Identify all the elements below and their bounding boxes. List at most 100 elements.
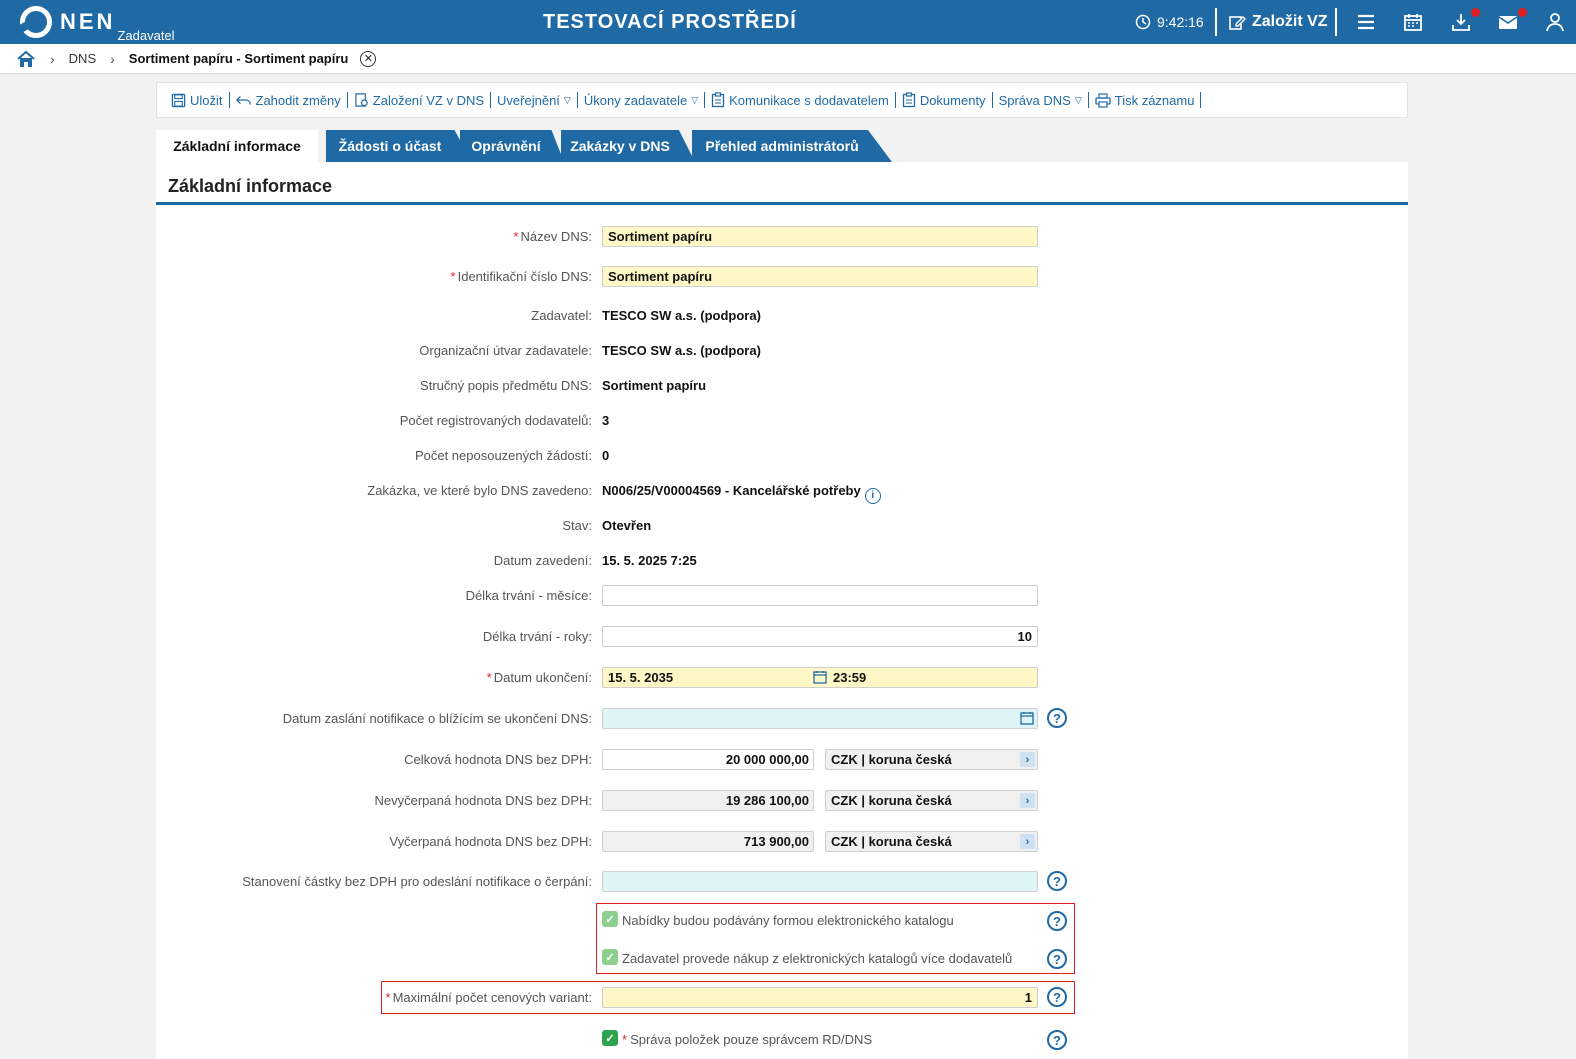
items-admin-only-label: * Správa položek pouze správcem RD/DNS bbox=[622, 1032, 873, 1047]
chevron-right-icon[interactable]: › bbox=[1020, 834, 1035, 849]
notification-date-label: Datum zaslání notifikace o blížícím se u… bbox=[282, 711, 592, 726]
help-icon[interactable]: ? bbox=[1047, 949, 1067, 969]
field-dns-name: * Název DNS: Sortiment papíru bbox=[156, 226, 1408, 248]
unused-currency-select[interactable]: CZK | koruna česká › bbox=[825, 790, 1038, 811]
duration-years-input[interactable]: 10 bbox=[602, 626, 1038, 647]
section-divider bbox=[156, 202, 1408, 205]
help-icon[interactable]: ? bbox=[1047, 1030, 1067, 1050]
used-currency-select[interactable]: CZK | koruna česká › bbox=[825, 831, 1038, 852]
header-divider bbox=[1335, 8, 1337, 36]
tab-contracts-in-dns[interactable]: Zakázky v DNS bbox=[561, 130, 695, 162]
help-icon[interactable]: ? bbox=[1047, 708, 1067, 728]
max-price-variants-label: * Maximální počet cenových variant: bbox=[385, 990, 593, 1005]
environment-title: TESTOVACÍ PROSTŘEDÍ bbox=[543, 11, 797, 33]
calendar-icon[interactable] bbox=[1020, 711, 1034, 725]
logo-role: Zadavatel bbox=[117, 28, 175, 43]
description-label: Stručný popis předmětu DNS: bbox=[420, 378, 592, 393]
header-divider bbox=[1215, 8, 1217, 36]
tab-basic-info[interactable]: Základní informace bbox=[156, 130, 318, 162]
edit-icon bbox=[1229, 16, 1246, 30]
registered-suppliers-label: Počet registrovaných dodavatelů: bbox=[399, 413, 592, 428]
org-unit-value: TESCO SW a.s. (podpora) bbox=[602, 343, 761, 358]
multi-supplier-catalog-label: Zadavatel provede nákup z elektronických… bbox=[622, 951, 1013, 966]
documents-button[interactable]: Dokumenty bbox=[896, 92, 992, 108]
unused-value-input: 19 286 100,00 bbox=[602, 790, 814, 811]
field-max-price-variants: * Maximální počet cenových variant: 1 ? bbox=[156, 987, 1408, 1009]
dns-id-input[interactable]: Sortiment papíru bbox=[602, 266, 1038, 287]
field-state: Stav: Otevřen bbox=[156, 515, 1408, 537]
save-label: Uložit bbox=[190, 92, 223, 108]
unused-value-label: Nevyčerpaná hodnota DNS bez DPH: bbox=[374, 793, 592, 808]
notification-threshold-input[interactable] bbox=[602, 871, 1038, 892]
duration-months-label: Délka trvání - měsíce: bbox=[465, 588, 592, 603]
dropdown-triangle-icon: ▽ bbox=[563, 94, 571, 105]
logo-text: NEN bbox=[60, 9, 116, 34]
discard-changes-button[interactable]: Zahodit změny bbox=[230, 93, 347, 108]
total-value-label: Celková hodnota DNS bez DPH: bbox=[404, 752, 592, 767]
total-currency-select[interactable]: CZK | koruna česká › bbox=[825, 749, 1038, 770]
end-time-value[interactable]: 23:59 bbox=[833, 670, 866, 685]
items-admin-only-checkbox[interactable]: ✓ bbox=[602, 1030, 618, 1046]
print-record-button[interactable]: Tisk záznamu bbox=[1089, 93, 1201, 108]
tab-administrators[interactable]: Přehled administrátorů bbox=[692, 130, 892, 162]
help-icon[interactable]: ? bbox=[1047, 911, 1067, 931]
notification-date-input[interactable] bbox=[602, 708, 1038, 729]
field-org-unit: Organizační útvar zadavatele: TESCO SW a… bbox=[156, 340, 1408, 362]
field-notification-date: Datum zaslání notifikace o blížícím se u… bbox=[156, 708, 1408, 730]
duration-months-input[interactable] bbox=[602, 585, 1038, 606]
dns-admin-menu[interactable]: Správa DNS ▽ bbox=[993, 93, 1088, 108]
help-icon[interactable]: ? bbox=[1047, 987, 1067, 1007]
undo-icon bbox=[235, 96, 251, 105]
contracting-authority-value: TESCO SW a.s. (podpora) bbox=[602, 308, 761, 323]
end-date-input[interactable]: 15. 5. 2035 23:59 bbox=[602, 667, 1038, 688]
home-icon[interactable] bbox=[16, 49, 36, 69]
calendar-icon[interactable] bbox=[813, 670, 827, 684]
discard-label: Zahodit změny bbox=[255, 92, 341, 108]
origin-contract-label: Zakázka, ve které bylo DNS zavedeno: bbox=[367, 483, 592, 498]
field-total-value: Celková hodnota DNS bez DPH: 20 000 000,… bbox=[156, 749, 1408, 771]
field-duration-years: Délka trvání - roky: 10 bbox=[156, 626, 1408, 648]
chevron-right-icon[interactable]: › bbox=[1020, 752, 1035, 767]
dns-name-input[interactable]: Sortiment papíru bbox=[602, 226, 1038, 247]
notification-threshold-label: Stanovení částky bez DPH pro odeslání no… bbox=[242, 874, 592, 889]
close-icon[interactable]: ✕ bbox=[360, 50, 377, 67]
field-dns-id: * Identifikační číslo DNS: Sortiment papí… bbox=[156, 266, 1408, 288]
chevron-right-icon[interactable]: › bbox=[1020, 793, 1035, 808]
menu-icon[interactable] bbox=[1356, 12, 1376, 32]
user-icon[interactable] bbox=[1545, 12, 1565, 32]
clipboard-icon bbox=[711, 92, 725, 108]
help-icon[interactable]: ? bbox=[1047, 871, 1067, 891]
supplier-communication-label: Komunikace s dodavatelem bbox=[729, 92, 889, 108]
end-date-label: * Datum ukončení: bbox=[486, 670, 592, 685]
clipboard-icon bbox=[902, 92, 915, 108]
logo-ring-icon bbox=[20, 6, 52, 38]
create-vz-button[interactable]: Založit VZ bbox=[1228, 0, 1328, 44]
breadcrumb-dns[interactable]: DNS bbox=[69, 51, 96, 66]
save-button[interactable]: Uložit bbox=[165, 93, 229, 108]
max-price-variants-input[interactable]: 1 bbox=[602, 987, 1038, 1008]
total-value-input[interactable]: 20 000 000,00 bbox=[602, 749, 814, 770]
used-value-label: Vyčerpaná hodnota DNS bez DPH: bbox=[389, 834, 592, 849]
multi-supplier-catalog-checkbox[interactable]: ✓ bbox=[602, 949, 618, 965]
mail-icon[interactable] bbox=[1498, 12, 1518, 32]
tab-participation-requests[interactable]: Žádosti o účast bbox=[326, 130, 472, 162]
dropdown-triangle-icon: ▽ bbox=[1074, 94, 1082, 105]
info-icon[interactable]: i bbox=[864, 487, 881, 504]
create-vz-in-dns-button[interactable]: Založení VZ v DNS bbox=[348, 92, 490, 108]
field-description: Stručný popis předmětu DNS: Sortiment pa… bbox=[156, 375, 1408, 397]
contracting-actions-menu[interactable]: Úkony zadavatele ▽ bbox=[578, 93, 704, 108]
create-vz-label: Založit VZ bbox=[1252, 13, 1328, 30]
calendar-icon[interactable] bbox=[1403, 12, 1423, 32]
publish-menu[interactable]: Uveřejnění ▽ bbox=[491, 93, 577, 108]
tab-permissions[interactable]: Oprávnění bbox=[460, 130, 564, 162]
state-label: Stav: bbox=[562, 518, 592, 533]
date-introduced-value: 15. 5. 2025 7:25 bbox=[602, 553, 697, 568]
supplier-communication-button[interactable]: Komunikace s dodavatelem bbox=[705, 92, 895, 108]
description-value: Sortiment papíru bbox=[602, 378, 707, 393]
download-icon[interactable] bbox=[1451, 12, 1471, 32]
nen-logo[interactable]: NEN Zadavatel bbox=[20, 6, 175, 43]
action-toolbar: Uložit Zahodit změny Založení VZ v DNS U… bbox=[156, 82, 1408, 118]
chevron-right-icon: › bbox=[110, 50, 115, 67]
catalog-offers-checkbox[interactable]: ✓ bbox=[602, 911, 618, 927]
mail-notification-dot bbox=[1518, 8, 1527, 17]
